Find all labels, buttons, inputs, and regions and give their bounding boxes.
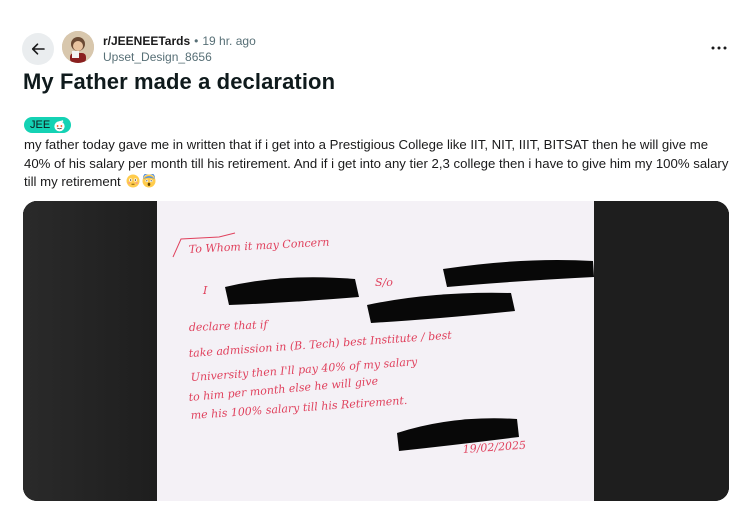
post-flair[interactable]: JEE — [24, 117, 72, 133]
author-link[interactable]: Upset_Design_8656 — [103, 50, 256, 65]
post-title[interactable]: My Father made a declaration — [23, 69, 335, 95]
post-time: 19 hr. ago — [202, 34, 256, 48]
post-body: my father today gave me in written that … — [24, 136, 730, 192]
subreddit-link[interactable]: r/JEENEETards — [103, 34, 190, 49]
arrow-left-icon — [31, 43, 45, 55]
snoo-icon — [54, 119, 65, 131]
subreddit-avatar[interactable] — [62, 31, 94, 63]
meta-separator: • — [194, 34, 199, 48]
post-image[interactable]: To Whom it may Concern I S/o declare tha… — [23, 201, 729, 501]
flair-label: JEE — [30, 119, 51, 131]
post-meta: r/JEENEETards • 19 hr. ago Upset_Design_… — [103, 34, 256, 65]
handwriting-line-2a: I — [202, 284, 208, 297]
flushed-face-icon — [126, 174, 140, 188]
screaming-face-icon — [142, 174, 156, 188]
handwriting-line-2b: S/o — [375, 276, 393, 289]
back-button[interactable] — [22, 33, 54, 65]
more-horizontal-icon — [711, 46, 727, 50]
more-options-button[interactable] — [707, 38, 731, 58]
